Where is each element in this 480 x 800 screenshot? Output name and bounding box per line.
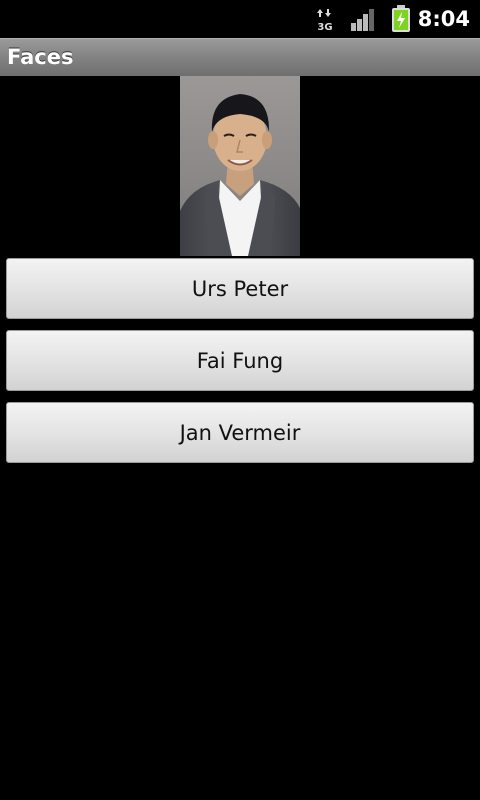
network-3g-icon: 3G [317, 9, 333, 32]
network-label: 3G [317, 22, 332, 32]
face-photo [180, 76, 300, 256]
signal-strength-icon [351, 9, 374, 31]
battery-charging-icon [392, 5, 410, 32]
answer-button-1[interactable]: Urs Peter [6, 258, 474, 319]
title-bar: Faces [0, 38, 480, 76]
answer-button-3[interactable]: Jan Vermeir [6, 402, 474, 463]
app-title: Faces [7, 45, 74, 69]
answer-button-2[interactable]: Fai Fung [6, 330, 474, 391]
status-bar: 3G 8:04 [0, 0, 480, 38]
status-clock: 8:04 [417, 7, 470, 31]
